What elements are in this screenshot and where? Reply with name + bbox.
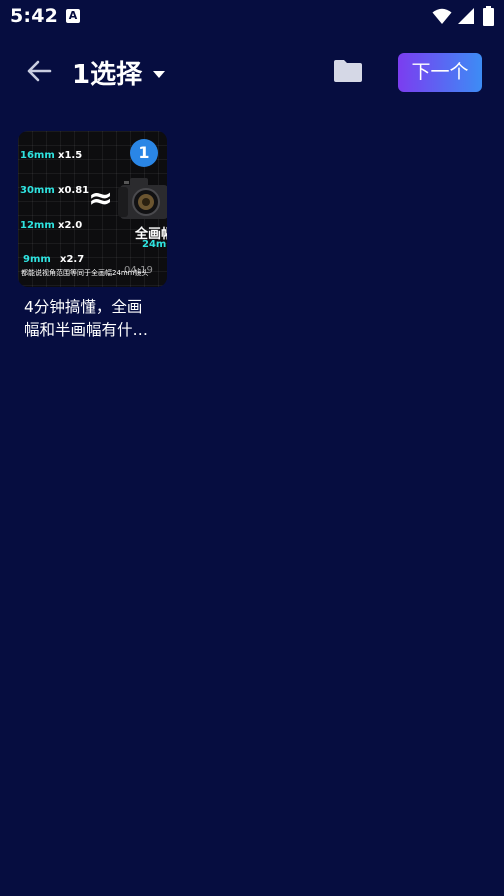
approx-sign: ≈	[88, 181, 114, 216]
lens-label: 9mm	[23, 254, 51, 265]
status-bar: 5:42 A	[0, 0, 504, 34]
signal-icon	[457, 7, 475, 29]
wifi-icon	[432, 7, 452, 29]
album-selector[interactable]: 1选择	[72, 52, 166, 92]
lens-label: 16mm	[20, 150, 55, 161]
camera-icon	[116, 173, 167, 229]
arrow-left-icon	[26, 59, 52, 87]
back-button[interactable]	[20, 55, 58, 91]
lens-factor: x0.81	[58, 185, 90, 196]
fullframe-mm-label: 24mm	[142, 239, 167, 250]
lens-factor: x1.5	[58, 150, 83, 161]
folder-button[interactable]	[330, 58, 366, 88]
video-duration: 04:19	[124, 265, 153, 276]
lens-factor: x2.7	[60, 254, 85, 265]
lens-label: 30mm	[20, 185, 55, 196]
media-title: 4分钟搞懂，全画 幅和半画幅有什…	[24, 296, 164, 342]
page-title: 1选择	[72, 59, 143, 90]
battery-icon	[483, 6, 494, 30]
folder-icon	[332, 58, 364, 88]
lens-label: 12mm	[20, 220, 55, 231]
caret-down-icon	[152, 64, 166, 83]
lens-factor: x2.0	[58, 220, 83, 231]
notification-a-icon: A	[66, 9, 80, 23]
status-time: 5:42	[10, 5, 59, 27]
next-button[interactable]: 下一个	[398, 53, 482, 92]
selection-badge[interactable]: 1	[130, 139, 158, 167]
media-tile[interactable]: 16mm x1.5 30mm x0.81 12mm x2.0 9mm x2.7 …	[18, 131, 167, 287]
media-title-line: 幅和半画幅有什…	[24, 321, 149, 339]
media-title-line: 4分钟搞懂，全画	[24, 298, 143, 316]
